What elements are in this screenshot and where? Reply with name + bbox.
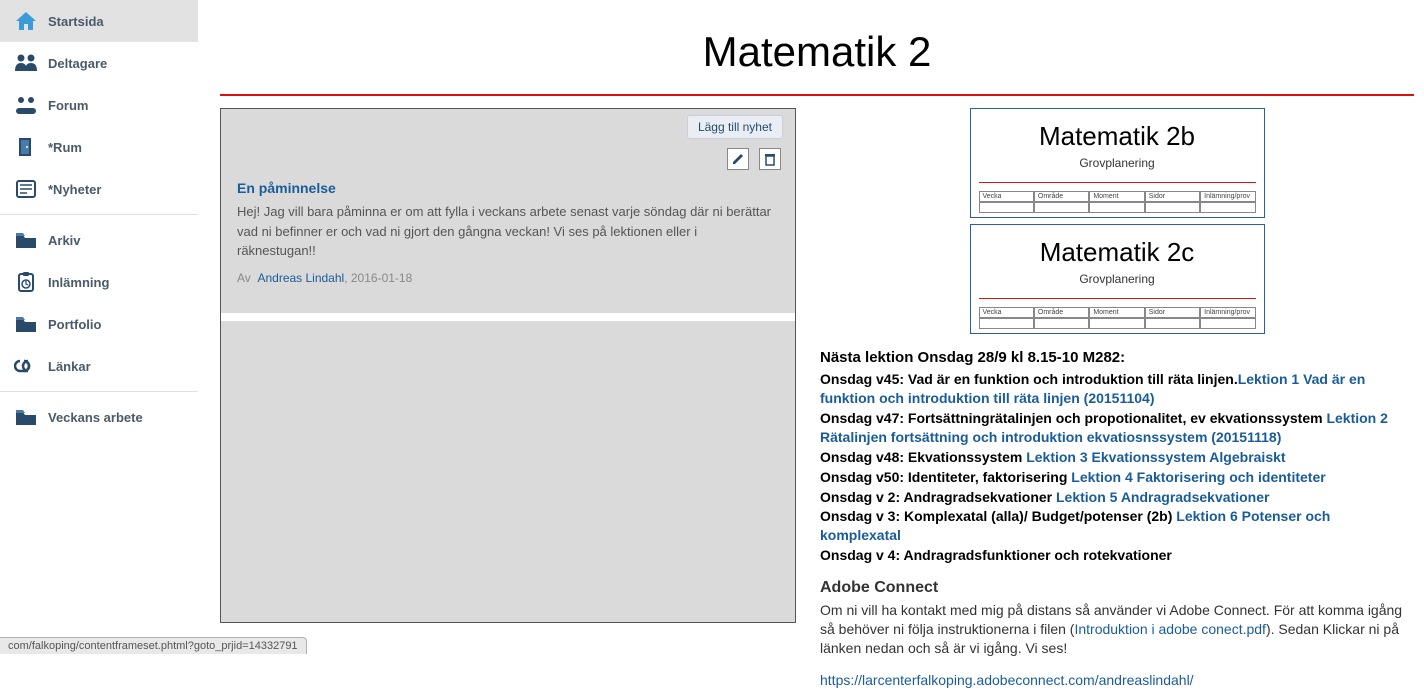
news-item: En påminnelse Hej! Jag vill bara påminna… bbox=[221, 176, 795, 297]
schedule-line: Onsdag v47: Fortsättningrätalinjen och p… bbox=[820, 409, 1414, 447]
sidebar-label: Arkiv bbox=[48, 233, 81, 248]
news-icon bbox=[12, 178, 40, 200]
sidebar-item-arkiv[interactable]: Arkiv bbox=[0, 219, 198, 261]
sidebar: Startsida Deltagare Forum *Rum *Nyheter … bbox=[0, 0, 198, 654]
adobe-connect-link[interactable]: https://larcenterfalkoping.adobeconnect.… bbox=[820, 672, 1194, 688]
forum-icon bbox=[12, 94, 40, 116]
lesson-link[interactable]: Lektion 5 Andragradsekvationer bbox=[1056, 489, 1269, 505]
schedule-header: Nästa lektion Onsdag 28/9 kl 8.15-10 M28… bbox=[820, 348, 1414, 368]
sidebar-item-veckans[interactable]: Veckans arbete bbox=[0, 396, 198, 438]
plan-thumbnail[interactable]: Matematik 2c Grovplanering VeckaOmrådeMo… bbox=[970, 224, 1265, 334]
schedule-line: Onsdag v 4: Andragradsfunktioner och rot… bbox=[820, 546, 1414, 565]
clipboard-icon bbox=[12, 271, 40, 293]
thumb-title: Matematik 2c bbox=[979, 237, 1256, 268]
sidebar-label: Deltagare bbox=[48, 56, 107, 71]
sidebar-label: Länkar bbox=[48, 359, 91, 374]
page-title: Matematik 2 bbox=[220, 0, 1414, 94]
schedule-line: Onsdag v 3: Komplexatal (alla)/ Budget/p… bbox=[820, 507, 1414, 545]
folder-icon bbox=[12, 229, 40, 251]
news-date: 2016-01-18 bbox=[351, 271, 412, 285]
sidebar-label: *Rum bbox=[48, 140, 82, 155]
thumb-subtitle: Grovplanering bbox=[979, 272, 1256, 286]
sidebar-item-portfolio[interactable]: Portfolio bbox=[0, 303, 198, 345]
news-body: Hej! Jag vill bara påminna er om att fyl… bbox=[237, 202, 779, 261]
news-separator bbox=[221, 313, 795, 321]
folder-icon bbox=[12, 313, 40, 335]
add-news-button[interactable]: Lägg till nyhet bbox=[687, 115, 783, 139]
sidebar-label: Portfolio bbox=[48, 317, 101, 332]
folder-icon bbox=[12, 406, 40, 428]
adobe-text: Om ni vill ha kontakt med mig på distans… bbox=[820, 601, 1414, 658]
news-panel: Lägg till nyhet En påminnelse Hej! Jag v… bbox=[220, 108, 796, 623]
edit-icon[interactable] bbox=[727, 148, 749, 170]
thumb-title: Matematik 2b bbox=[979, 121, 1256, 152]
status-bar: com/falkoping/contentframeset.phtml?goto… bbox=[0, 637, 307, 654]
sidebar-divider bbox=[0, 214, 198, 215]
schedule-line: Onsdag v 2: Andragradsekvationer Lektion… bbox=[820, 488, 1414, 507]
sidebar-item-deltagare[interactable]: Deltagare bbox=[0, 42, 198, 84]
link-icon bbox=[12, 355, 40, 377]
plan-thumbnail[interactable]: Matematik 2b Grovplanering VeckaOmrådeMo… bbox=[970, 108, 1265, 218]
sidebar-label: *Nyheter bbox=[48, 182, 101, 197]
sidebar-label: Veckans arbete bbox=[48, 410, 143, 425]
title-divider bbox=[220, 94, 1414, 96]
sidebar-label: Startsida bbox=[48, 14, 104, 29]
door-icon bbox=[12, 136, 40, 158]
adobe-heading: Adobe Connect bbox=[820, 577, 1414, 599]
sidebar-label: Forum bbox=[48, 98, 88, 113]
sidebar-item-nyheter[interactable]: *Nyheter bbox=[0, 168, 198, 210]
news-author-link[interactable]: Andreas Lindahl bbox=[257, 271, 344, 285]
sidebar-item-forum[interactable]: Forum bbox=[0, 84, 198, 126]
news-meta: Av Andreas Lindahl, 2016-01-18 bbox=[237, 271, 779, 285]
sidebar-item-rum[interactable]: *Rum bbox=[0, 126, 198, 168]
adobe-url: https://larcenterfalkoping.adobeconnect.… bbox=[820, 671, 1414, 690]
sidebar-item-inlamning[interactable]: Inlämning bbox=[0, 261, 198, 303]
schedule-line: Onsdag v50: Identiteter, faktorisering L… bbox=[820, 468, 1414, 487]
main-content: Matematik 2 Lägg till nyhet En påminnels… bbox=[220, 0, 1414, 654]
thumb-subtitle: Grovplanering bbox=[979, 156, 1256, 170]
sidebar-item-lankar[interactable]: Länkar bbox=[0, 345, 198, 387]
adobe-pdf-link[interactable]: Introduktion i adobe conect.pdf bbox=[1074, 621, 1265, 637]
sidebar-item-startsida[interactable]: Startsida bbox=[0, 0, 198, 42]
lesson-link[interactable]: Lektion 4 Faktorisering och identiteter bbox=[1071, 469, 1325, 485]
schedule-line: Onsdag v48: Ekvationssystem Lektion 3 Ek… bbox=[820, 448, 1414, 467]
news-title[interactable]: En påminnelse bbox=[237, 180, 779, 196]
home-icon bbox=[12, 10, 40, 32]
delete-icon[interactable] bbox=[759, 148, 781, 170]
sidebar-divider bbox=[0, 391, 198, 392]
sidebar-label: Inlämning bbox=[48, 275, 109, 290]
lesson-link[interactable]: Lektion 3 Ekvationssystem Algebraiskt bbox=[1026, 449, 1285, 465]
schedule: Nästa lektion Onsdag 28/9 kl 8.15-10 M28… bbox=[820, 348, 1414, 690]
people-icon bbox=[12, 52, 40, 74]
schedule-line: Onsdag v45: Vad är en funktion och intro… bbox=[820, 370, 1414, 408]
